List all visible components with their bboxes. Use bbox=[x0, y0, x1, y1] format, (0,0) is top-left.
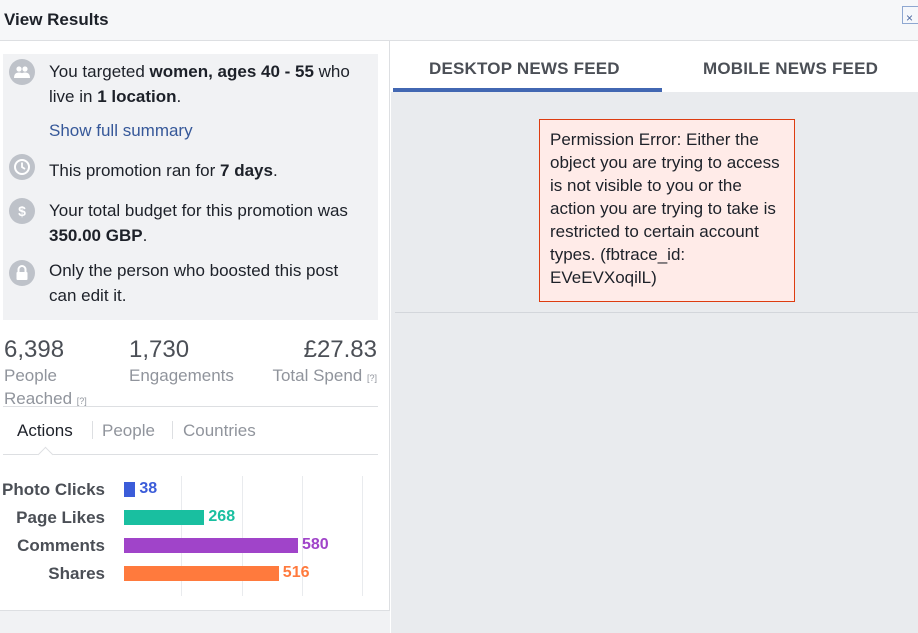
feed-tabs: DESKTOP NEWS FEED MOBILE NEWS FEED bbox=[391, 41, 918, 92]
preview-panel: DESKTOP NEWS FEED MOBILE NEWS FEED Permi… bbox=[391, 41, 918, 633]
chart-bar bbox=[124, 482, 136, 497]
tab-people[interactable]: People bbox=[102, 421, 155, 441]
tab-divider bbox=[92, 421, 93, 439]
engagements-value: 1,730 bbox=[129, 336, 190, 363]
divider bbox=[3, 406, 378, 407]
permissions-text: Only the person who boosted this post ca… bbox=[49, 261, 339, 305]
chart-category-label: Page Likes bbox=[16, 508, 105, 527]
chart-bar bbox=[124, 538, 298, 553]
promotion-summary: You targeted women, ages 40 - 55 who liv… bbox=[3, 54, 378, 320]
total-spend-metric: £27.83 Total Spend [?] bbox=[272, 336, 377, 390]
chart-value-label: 516 bbox=[282, 564, 310, 581]
tab-divider bbox=[172, 421, 173, 439]
chart-category-label: Photo Clicks bbox=[2, 480, 105, 499]
budget-text: Your total budget for this promotion was… bbox=[49, 201, 348, 245]
duration-text: This promotion ran for 7 days. bbox=[49, 161, 278, 180]
total-spend-value: £27.83 bbox=[303, 336, 377, 363]
people-reached-value: 6,398 bbox=[4, 336, 65, 363]
chart-value-label: 38 bbox=[139, 480, 158, 497]
chart-category-label: Comments bbox=[17, 536, 105, 555]
tab-countries[interactable]: Countries bbox=[183, 421, 256, 441]
chart-value-label: 580 bbox=[302, 536, 329, 553]
people-reached-metric: 6,398 People Reached [?] bbox=[4, 336, 87, 413]
chart-category-label: Shares bbox=[48, 564, 105, 583]
engagements-metric: 1,730 Engagements bbox=[129, 336, 234, 387]
tab-mobile-news-feed[interactable]: MOBILE NEWS FEED bbox=[703, 59, 878, 79]
panel-footer bbox=[0, 610, 390, 633]
people-icon bbox=[9, 59, 35, 85]
tab-actions[interactable]: Actions bbox=[17, 421, 73, 441]
dollar-icon: $ bbox=[9, 198, 35, 224]
permission-error-box: Permission Error: Either the object you … bbox=[539, 119, 795, 302]
close-icon[interactable]: × bbox=[902, 6, 918, 24]
show-full-summary-link[interactable]: Show full summary bbox=[49, 121, 193, 141]
dialog-header: View Results × bbox=[0, 0, 918, 41]
people-reached-label-1: People bbox=[4, 366, 57, 385]
chart-bar bbox=[124, 510, 205, 525]
divider bbox=[3, 454, 378, 455]
chart-bar bbox=[124, 566, 279, 581]
results-panel: You targeted women, ages 40 - 55 who liv… bbox=[0, 41, 390, 633]
lock-icon bbox=[9, 260, 35, 286]
tab-desktop-news-feed[interactable]: DESKTOP NEWS FEED bbox=[429, 59, 620, 79]
dialog-title: View Results bbox=[4, 10, 109, 29]
chart-value-label: 268 bbox=[208, 508, 236, 525]
actions-bar-chart: Photo Clicks 38 Page Likes 268 Comments 580 Sh… bbox=[0, 476, 390, 606]
breakdown-tabs: Actions People Countries bbox=[3, 413, 378, 455]
total-spend-label: Total Spend bbox=[272, 366, 363, 385]
post-preview: Permission Error: Either the object you … bbox=[395, 92, 918, 313]
engagements-label: Engagements bbox=[129, 366, 234, 385]
targeting-text: You targeted women, ages 40 - 55 who liv… bbox=[49, 62, 350, 106]
chart-gridline bbox=[362, 476, 363, 596]
help-icon[interactable]: [?] bbox=[77, 396, 87, 406]
clock-icon bbox=[9, 154, 35, 180]
help-icon[interactable]: [?] bbox=[367, 373, 377, 383]
